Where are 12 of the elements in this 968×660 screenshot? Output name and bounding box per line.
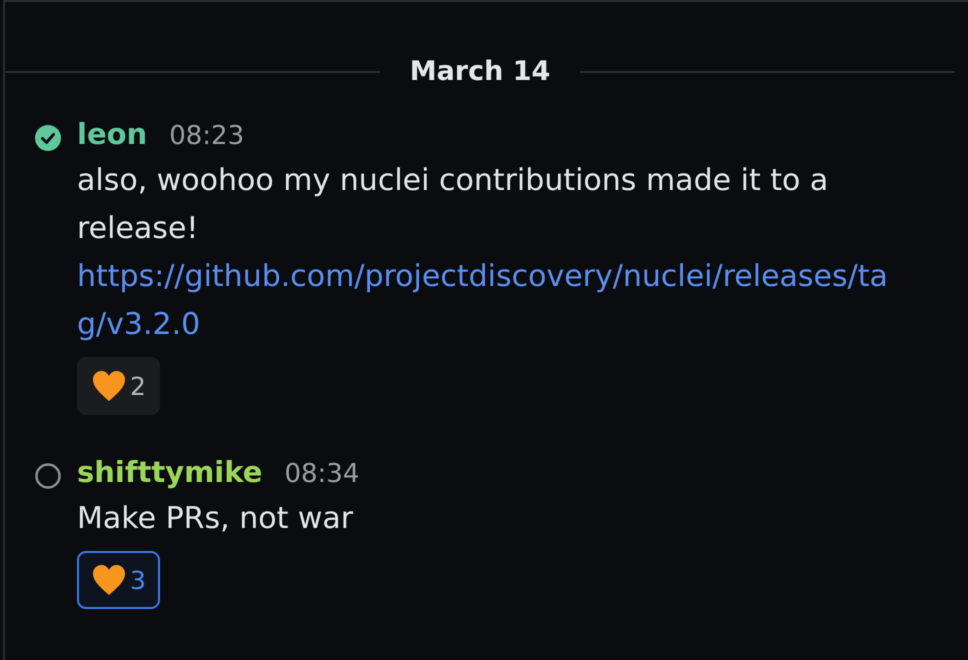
message-text: Make PRs, not war xyxy=(77,500,354,538)
reaction-button[interactable]: 3 xyxy=(77,551,160,609)
message-link[interactable]: https://github.com/projectdiscovery/nuclei/releases/tag/v3.2.0 xyxy=(77,253,907,349)
message-text: also, woohoo my nuclei contributions made it to a release! xyxy=(77,162,830,248)
timestamp: 08:34 xyxy=(284,459,360,489)
author-name[interactable]: shifttymike xyxy=(77,455,262,489)
reaction-button[interactable]: 2 xyxy=(77,357,160,415)
heart-icon xyxy=(92,370,126,402)
author-name[interactable]: leon xyxy=(77,117,148,151)
heart-icon xyxy=(92,564,126,596)
date-divider: March 14 xyxy=(410,56,550,87)
timestamp: 08:23 xyxy=(169,121,244,151)
